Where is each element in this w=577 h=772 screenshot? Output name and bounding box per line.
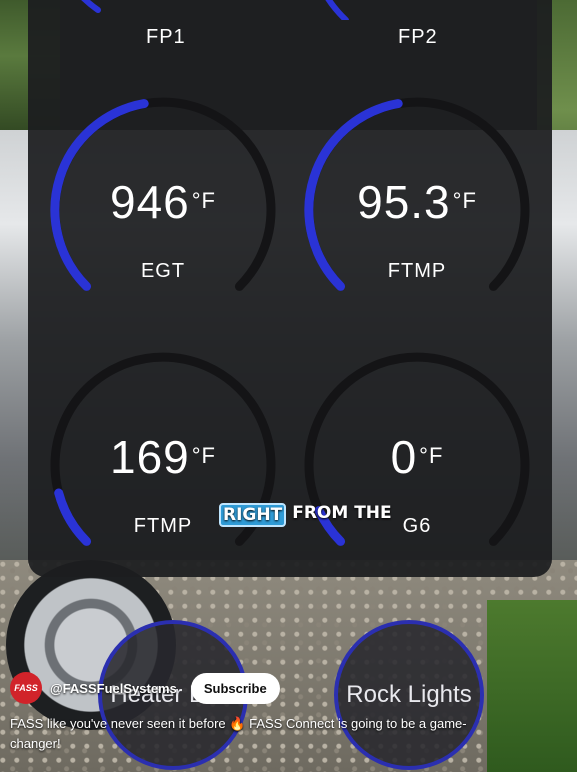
- top-gauge-arcs: [81, 0, 349, 20]
- channel-bar: FASS @FASSFuelSystems Subscribe: [10, 672, 280, 704]
- video-description[interactable]: FASS like you've never seen it before 🔥 …: [10, 714, 510, 754]
- description-text-start: FASS like you've never seen it before: [10, 716, 226, 731]
- gauge-unit: °F: [191, 188, 216, 213]
- video-caption: RIGHT FROM THE: [219, 503, 392, 527]
- channel-avatar[interactable]: FASS: [10, 672, 42, 704]
- subscribe-button[interactable]: Subscribe: [190, 672, 280, 704]
- gauge-value: 946: [110, 176, 190, 228]
- gauge-value: 0: [390, 431, 418, 483]
- gauge-value: 95.3: [357, 176, 451, 228]
- gauge-label: EGT: [140, 260, 186, 282]
- caption-highlight-word: RIGHT: [219, 503, 287, 527]
- caption-text: FROM THE: [292, 503, 392, 523]
- gauge-reading: 946°F: [38, 175, 288, 229]
- gauge-unit: °F: [419, 443, 444, 468]
- channel-handle[interactable]: @FASSFuelSystems: [50, 681, 177, 696]
- fire-emoji-icon: 🔥: [229, 716, 246, 731]
- rock-lights-label: Rock Lights: [346, 681, 472, 708]
- gauge-ftmp-2[interactable]: 169°F FTMP: [38, 340, 288, 590]
- gauge-unit: °F: [191, 443, 216, 468]
- gauge-reading: 95.3°F: [292, 175, 542, 229]
- gauge-g6[interactable]: 0°F G6: [292, 340, 542, 590]
- gauge-unit: °F: [452, 188, 477, 213]
- gauge-label: FTMP: [387, 260, 447, 282]
- gauge-label-fp1: FP1: [146, 26, 186, 48]
- gauge-egt[interactable]: 946°F EGT: [38, 85, 288, 335]
- gauge-panel: FP1 FP2 946°F EGT 95.3°F FTMP 169°F FTMP…: [28, 0, 552, 577]
- gauge-reading: 169°F: [38, 430, 288, 484]
- gauge-value: 169: [110, 431, 190, 483]
- gauge-label-fp2: FP2: [398, 26, 438, 48]
- gauge-ftmp-1[interactable]: 95.3°F FTMP: [292, 85, 542, 335]
- gauge-reading: 0°F: [292, 430, 542, 484]
